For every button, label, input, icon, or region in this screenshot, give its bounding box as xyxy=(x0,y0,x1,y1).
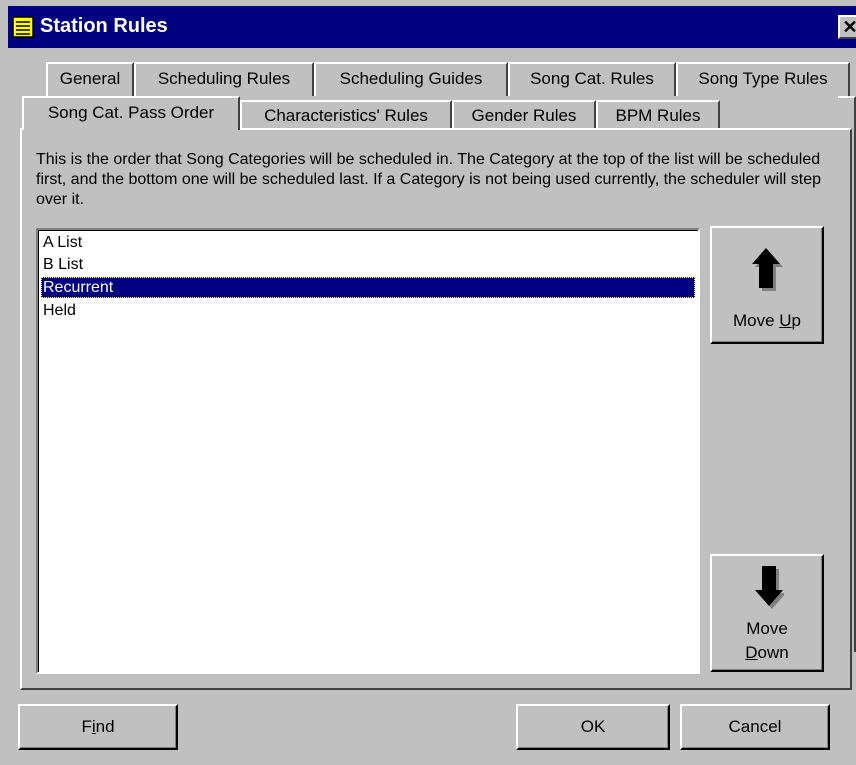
tab-general[interactable]: General xyxy=(46,62,134,96)
cancel-button[interactable]: Cancel xyxy=(680,704,830,750)
list-item[interactable]: B List xyxy=(41,254,695,275)
move-up-button[interactable]: Move Up xyxy=(710,226,824,344)
window-title: Station Rules xyxy=(40,15,168,37)
tab-song-cat-rules[interactable]: Song Cat. Rules xyxy=(508,62,676,96)
move-down-label-line2: Down xyxy=(745,643,789,662)
tab-song-cat-pass-order[interactable]: Song Cat. Pass Order xyxy=(22,96,240,130)
category-listbox[interactable]: A List B List Recurrent Held xyxy=(36,228,700,674)
tab-scheduling-rules[interactable]: Scheduling Rules xyxy=(134,62,314,96)
instructions-text: This is the order that Song Categories w… xyxy=(36,151,822,208)
list-item-selected[interactable]: Recurrent xyxy=(41,277,695,298)
move-down-button[interactable]: Move Down xyxy=(710,554,824,672)
tab-page-song-cat-pass-order: This is the order that Song Categories w… xyxy=(20,128,852,690)
tab-song-type-rules[interactable]: Song Type Rules xyxy=(676,62,850,96)
tab-gender-rules[interactable]: Gender Rules xyxy=(452,100,596,130)
list-item[interactable]: A List xyxy=(41,232,695,253)
tab-scheduling-guides[interactable]: Scheduling Guides xyxy=(314,62,508,96)
close-button[interactable]: ✕ xyxy=(838,15,856,39)
up-arrow-icon xyxy=(752,248,783,291)
tab-characteristics-rules[interactable]: Characteristics' Rules xyxy=(240,100,452,130)
notepad-icon xyxy=(12,16,34,38)
ok-button[interactable]: OK xyxy=(516,704,670,750)
title-bar[interactable]: Station Rules ✕ xyxy=(8,6,856,48)
tab-bpm-rules[interactable]: BPM Rules xyxy=(596,100,720,130)
down-arrow-icon xyxy=(755,566,784,609)
station-rules-dialog: Station Rules ✕ General Scheduling Rules… xyxy=(0,0,856,765)
find-button[interactable]: Find xyxy=(18,704,178,750)
list-item[interactable]: Held xyxy=(41,300,695,321)
move-up-label: Move Up xyxy=(732,311,802,330)
close-icon: ✕ xyxy=(842,17,856,37)
move-down-label-line1: Move xyxy=(746,619,788,638)
